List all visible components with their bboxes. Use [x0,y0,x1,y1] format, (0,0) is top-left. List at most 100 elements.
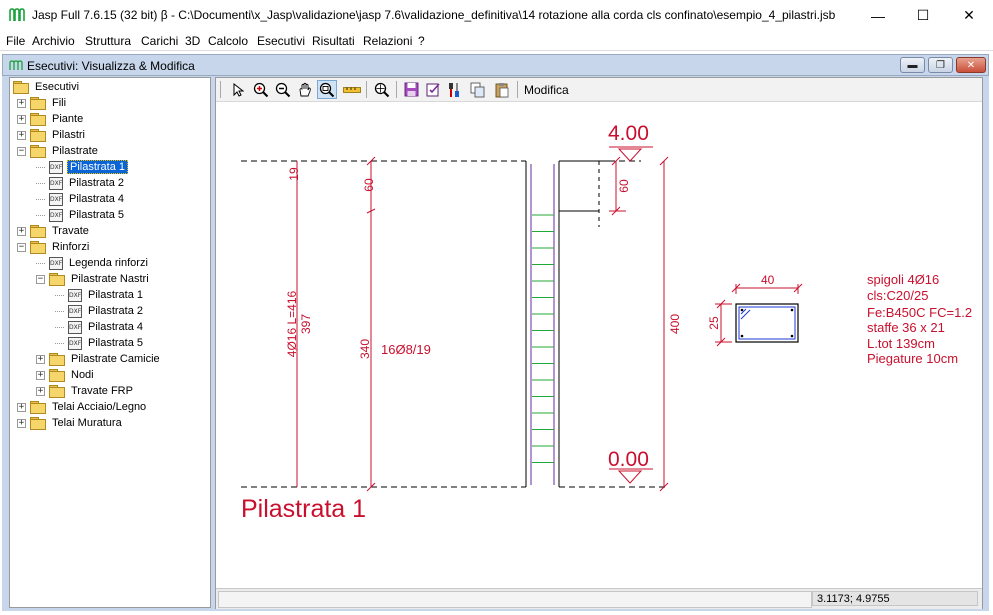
menu-3d[interactable]: 3D [185,34,200,48]
child-restore-button[interactable]: ❐ [928,57,953,73]
tree-item[interactable]: + Pilastri [17,127,87,143]
maximize-button[interactable]: ☐ [900,0,946,31]
tree-item[interactable]: DXF Pilastrata 5 [55,335,145,351]
collapse-icon[interactable]: − [17,242,26,252]
dxf-icon: DXF [68,320,82,334]
tree-connector [55,342,64,344]
collapse-icon[interactable]: − [17,146,26,156]
menu-calcolo[interactable]: Calcolo [208,34,248,48]
esecutivi-tree[interactable]: Esecutivi + Fili + Piante + Pilastri − Pilastrat… [9,77,211,608]
tree-item[interactable]: DXF Pilastrata 2 [55,303,145,319]
expand-icon[interactable]: + [17,98,26,108]
tree-item[interactable]: + Fili [17,95,68,111]
zoom-window-icon[interactable] [317,80,337,99]
tree-item[interactable]: + Pilastrate Camicie [36,351,162,367]
minimize-button[interactable]: — [855,0,901,31]
paste-icon[interactable] [492,80,512,99]
menu-carichi[interactable]: Carichi [141,34,178,48]
tree-connector [36,262,45,264]
menu-relazioni[interactable]: Relazioni [363,34,412,48]
tree-item[interactable]: DXF Pilastrata 5 [36,207,126,223]
tree-item[interactable]: + Piante [17,111,85,127]
close-button[interactable]: ✕ [946,0,992,31]
column-drawing[interactable]: 4.00 0.00 19 60 60 4Ø16 L=416 397 340 16… [216,102,982,588]
zoom-in-icon[interactable] [251,80,271,99]
tree-item-label: Pilastrata 5 [69,209,125,221]
tree-item[interactable]: DXF Pilastrata 2 [36,175,126,191]
drawing-toolbar: Modifica [216,78,982,102]
tree-item[interactable]: − Pilastrate Nastri [36,271,151,287]
folder-icon [30,225,46,238]
expand-icon[interactable]: + [36,370,45,380]
note-line: Fe:B450C FC=1.2 [867,305,972,320]
menu-struttura[interactable]: Struttura [85,34,131,48]
tree-item-label: Pilastrate Camicie [71,353,160,365]
folder-icon [30,97,46,110]
child-close-button[interactable]: ✕ [956,57,986,73]
tree-item[interactable]: + Telai Acciaio/Legno [17,399,148,415]
pan-icon[interactable] [295,80,315,99]
collapse-icon[interactable]: − [36,274,45,284]
tree-item-label: Legenda rinforzi [69,257,148,269]
tree-item-label: Rinforzi [52,241,90,253]
toolbar-separator [396,81,397,98]
tree-connector [36,182,45,184]
tree-item[interactable]: + Nodi [36,367,96,383]
expand-icon[interactable]: + [17,418,26,428]
child-minimize-button[interactable]: ▬ [900,57,925,73]
zoom-extents-icon[interactable] [372,80,392,99]
folder-icon [30,401,46,414]
dxf-icon: DXF [49,208,63,222]
menu-bar: File Archivio Struttura Carichi 3D Calco… [0,31,993,51]
tree-item-label: Pilastrata 4 [69,193,125,205]
tree-item[interactable]: DXF Pilastrata 4 [36,191,126,207]
tree-item[interactable]: − Rinforzi [17,239,91,255]
dxf-icon: DXF [68,336,82,350]
tools-icon[interactable] [445,80,465,99]
tree-item[interactable]: DXF Pilastrata 4 [55,319,145,335]
dim-400-label: 400 [668,314,682,334]
measure-icon[interactable] [342,80,362,99]
menu-esecutivi[interactable]: Esecutivi [257,34,305,48]
longitudinal-bars [530,164,555,485]
tree-item[interactable]: DXF Pilastrata 1 [36,159,129,175]
dim-19-label: 19 [287,167,301,181]
tree-item[interactable]: DXF Pilastrata 1 [55,287,145,303]
tree-item[interactable]: + Telai Muratura [17,415,124,431]
note-line: L.tot 139cm [867,336,935,351]
tree-item-label: Travate [52,225,89,237]
expand-icon[interactable]: + [17,226,26,236]
tree-item[interactable]: + Travate [17,223,91,239]
pointer-icon[interactable] [228,80,248,99]
expand-icon[interactable]: + [17,114,26,124]
cursor-coordinates: 3.1173; 4.9755 [812,591,978,606]
save-icon[interactable] [401,80,421,99]
menu-archivio[interactable]: Archivio [32,34,75,48]
folder-icon [30,129,46,142]
tree-item[interactable]: Esecutivi [13,79,81,95]
tree-item[interactable]: DXF Legenda rinforzi [36,255,150,271]
tree-connector [36,214,45,216]
folder-icon [30,417,46,430]
menu-help[interactable]: ? [418,34,425,48]
zoom-out-icon[interactable] [273,80,293,99]
drawing-caption: Pilastrata 1 [241,495,366,523]
drawing-panel: Modifica 4.00 0.00 19 60 60 4Ø16 L=416 3… [215,77,983,609]
edit-icon[interactable] [423,80,443,99]
menu-risultati[interactable]: Risultati [312,34,355,48]
menu-file[interactable]: File [6,34,25,48]
tree-item-label: Pilastrata 1 [88,289,144,301]
modifica-button[interactable]: Modifica [524,83,569,97]
title-bar: Jasp Full 7.6.15 (32 bit) β - C:\Documen… [0,0,993,32]
expand-icon[interactable]: + [36,386,45,396]
expand-icon[interactable]: + [17,130,26,140]
status-message [218,591,812,608]
dxf-icon: DXF [49,192,63,206]
tree-item-label: Pilastrate [52,145,98,157]
tree-item-label: Fili [52,97,67,109]
tree-item[interactable]: + Travate FRP [36,383,135,399]
copy-icon[interactable] [468,80,488,99]
expand-icon[interactable]: + [36,354,45,364]
expand-icon[interactable]: + [17,402,26,412]
tree-item[interactable]: − Pilastrate [17,143,100,159]
